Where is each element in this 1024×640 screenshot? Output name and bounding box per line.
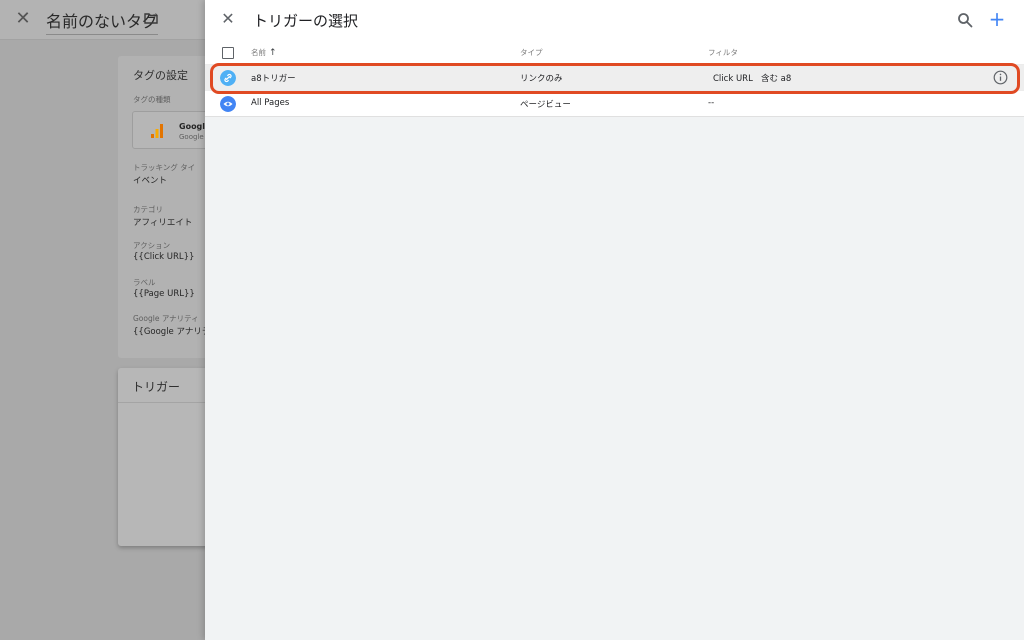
folder-icon[interactable] bbox=[144, 12, 158, 24]
tracking-type-value: イベント bbox=[133, 176, 168, 186]
card-title: タグの設定 bbox=[133, 69, 188, 82]
tag-type-label: タグの種類 bbox=[133, 95, 171, 104]
action-value: {{Click URL}} bbox=[133, 252, 195, 262]
label-label: ラベル bbox=[133, 278, 156, 287]
column-header-filter[interactable]: フィルタ bbox=[708, 47, 738, 58]
tag-name-field[interactable]: 名前のないタグ bbox=[46, 8, 159, 35]
ga-settings-label: Google アナリティ bbox=[133, 314, 199, 323]
close-icon[interactable]: ✕ bbox=[220, 11, 236, 27]
trigger-name: All Pages bbox=[251, 98, 290, 108]
table-header: 名前 ↑ タイプ フィルタ bbox=[205, 40, 1024, 64]
tag-type-sub: Google bbox=[179, 133, 204, 141]
analytics-icon bbox=[151, 124, 163, 138]
trigger-selection-panel: ✕ トリガーの選択 + 名前 ↑ タイプ フィルタ a8トリガー リンクのみ C… bbox=[205, 0, 1024, 640]
action-label: アクション bbox=[133, 241, 171, 250]
trigger-type: ページビュー bbox=[520, 100, 571, 110]
category-value: アフィリエイト bbox=[133, 218, 193, 228]
label-value: {{Page URL}} bbox=[133, 289, 195, 299]
selection-highlight bbox=[210, 63, 1020, 94]
category-label: カテゴリ bbox=[133, 205, 163, 214]
column-header-name[interactable]: 名前 ↑ bbox=[251, 47, 277, 58]
sort-arrow-up-icon: ↑ bbox=[269, 48, 277, 58]
column-name-label: 名前 bbox=[251, 48, 266, 57]
trigger-card-title: トリガー bbox=[132, 380, 181, 394]
add-trigger-button[interactable]: + bbox=[988, 9, 1006, 29]
column-header-type[interactable]: タイプ bbox=[520, 47, 543, 58]
close-icon[interactable]: ✕ bbox=[14, 10, 32, 28]
panel-title: トリガーの選択 bbox=[253, 12, 359, 30]
eye-icon bbox=[220, 96, 236, 112]
select-all-checkbox[interactable] bbox=[222, 47, 234, 59]
panel-header: ✕ トリガーの選択 + bbox=[205, 0, 1024, 40]
tracking-type-label: トラッキング タイ bbox=[133, 163, 196, 172]
search-icon[interactable] bbox=[957, 12, 973, 28]
trigger-filter: -- bbox=[708, 98, 715, 108]
